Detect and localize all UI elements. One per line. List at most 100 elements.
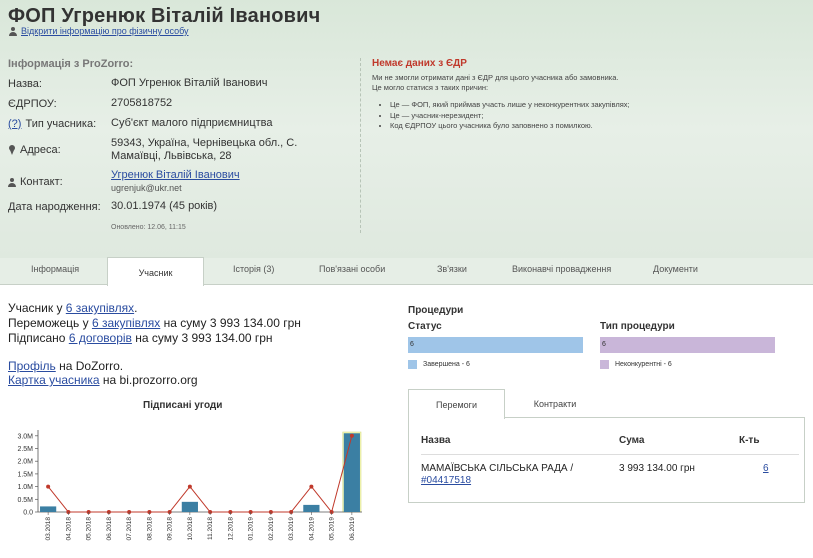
table-row-name: МАМАЇВСЬКА СІЛЬСЬКА РАДА / #04417518 <box>421 463 573 487</box>
col-header-count: К-ть <box>739 435 760 446</box>
legend-swatch <box>600 360 609 369</box>
edrpou-value: 2705818752 <box>111 97 173 109</box>
type-label: Тип учасника: <box>25 117 97 130</box>
updated-timestamp: Оновлено: 12.06, 11:15 <box>111 224 186 231</box>
card-line: Картка учасника на bi.prozorro.org <box>8 373 198 387</box>
tab-wins[interactable]: Перемоги <box>408 389 505 419</box>
contact-value: Угренюк Віталій Іванович ugrenjuk@ukr.ne… <box>111 169 356 195</box>
header: ФОП Угренюк Віталій Іванович Відкрити ін… <box>0 0 813 258</box>
type-help-link[interactable]: (?) <box>8 118 21 130</box>
name-label: Назва: <box>8 77 42 90</box>
type-row: (?) Тип учасника: Суб'єкт малого підприє… <box>8 117 356 130</box>
buyer-name: МАМАЇВСЬКА СІЛЬСЬКА РАДА / <box>421 463 574 474</box>
edr-text-line: Ми не змогли отримати дані з ЄДР для цьо… <box>372 73 619 82</box>
chart-bar <box>181 501 198 512</box>
x-tick-label: 09.2018 <box>167 517 174 541</box>
map-pin-icon <box>8 145 16 155</box>
procedures-title: Процедури <box>408 305 464 316</box>
x-tick-label: 10.2018 <box>187 517 194 541</box>
tab-enforcement[interactable]: Виконавчі провадження <box>512 264 611 274</box>
status-bar[interactable]: 6 <box>408 337 583 353</box>
edrpou-label: ЄДРПОУ: <box>8 97 57 110</box>
wins-link[interactable]: 6 закупівлях <box>92 316 160 330</box>
address-label-group: Адреса: <box>8 137 111 163</box>
wins-panel: Назва Сума К-ть МАМАЇВСЬКА СІЛЬСЬКА РАДА… <box>408 418 805 503</box>
row-sum: 3 993 134.00 грн <box>619 463 695 474</box>
contact-email: ugrenjuk@ukr.net <box>111 183 182 193</box>
type-legend: Неконкурентні - 6 <box>600 360 672 369</box>
y-tick-label: 0.0 <box>23 510 33 517</box>
tab-bar: Інформація Учасник Історія (3) Пов'язані… <box>0 257 813 286</box>
tab-info[interactable]: Інформація <box>31 264 79 274</box>
tab-history[interactable]: Історія (3) <box>233 264 274 274</box>
chart-bar <box>40 506 57 512</box>
signed-contracts-chart: 0.0 0.5M 1.0M 1.5M 2.0M 2.5M 3.0M 03.2018 04.201… <box>17 430 362 541</box>
list-item: Це — ФОП, який приймав участь лише у нек… <box>390 100 630 111</box>
y-tick-label: 3.0M <box>17 433 33 440</box>
dozorro-profile-link[interactable]: Профіль <box>8 359 56 373</box>
person-info-link-row: Відкрити інформацію про фізичну особу <box>9 26 189 36</box>
tab-documents[interactable]: Документи <box>653 264 698 274</box>
tab-connections[interactable]: Зв'язки <box>437 264 467 274</box>
person-info-link[interactable]: Відкрити інформацію про фізичну особу <box>21 26 189 36</box>
x-tick-label: 08.2018 <box>146 517 153 541</box>
tab-participant[interactable]: Учасник <box>107 257 204 286</box>
contact-name-link[interactable]: Угренюк Віталій Іванович <box>111 169 240 181</box>
summary-participation: Учасник у 6 закупівлях. <box>8 301 137 315</box>
tab-contracts[interactable]: Контракти <box>505 389 605 418</box>
count-link[interactable]: 6 <box>763 463 769 474</box>
y-tick-label: 1.5M <box>17 471 33 478</box>
wins-tabs: Перемоги Контракти <box>408 389 805 419</box>
x-tick-label: 05.2019 <box>329 517 336 541</box>
procurements-link[interactable]: 6 закупівлях <box>66 301 134 315</box>
buyer-code-link[interactable]: #04417518 <box>421 475 471 486</box>
status-legend: Завершена - 6 <box>408 360 470 369</box>
x-tick-label: 06.2018 <box>106 517 113 541</box>
summary-text: на DoZorro. <box>55 359 124 373</box>
edr-title: Немає даних з ЄДР <box>372 58 467 69</box>
summary-text: Підписано <box>8 331 69 345</box>
col-header-name: Назва <box>421 435 451 446</box>
birth-value: 30.01.1974 (45 років) <box>111 200 218 212</box>
summary-text: на суму 3 993 134.00 грн <box>131 331 273 345</box>
legend-label: Неконкурентні - 6 <box>615 361 672 368</box>
list-item: Код ЄДРПОУ цього учасника було заповнено… <box>390 121 630 132</box>
type-bar[interactable]: 6 <box>600 337 775 353</box>
x-tick-label: 02.2019 <box>268 517 275 541</box>
summary-text: Переможець у <box>8 316 92 330</box>
chart-point <box>187 484 192 489</box>
divider <box>421 454 799 455</box>
x-tick-label: 05.2018 <box>86 517 93 541</box>
address-row: Адреса: 59343, Україна, Чернівецька обл.… <box>8 137 316 163</box>
birth-row: Дата народження: 30.01.1974 (45 років) <box>8 200 356 213</box>
x-tick-label: 04.2019 <box>308 517 315 541</box>
summary-contracts: Підписано 6 договорів на суму 3 993 134.… <box>8 331 273 345</box>
birth-label: Дата народження: <box>8 200 101 213</box>
x-tick-label: 01.2019 <box>248 517 255 541</box>
contact-row: Контакт: Угренюк Віталій Іванович ugrenj… <box>8 169 356 195</box>
x-tick-label: 03.2019 <box>288 517 295 541</box>
x-tick-label: 04.2018 <box>65 517 72 541</box>
tab-related-persons[interactable]: Пов'язані особи <box>319 264 385 274</box>
col-header-sum: Сума <box>619 435 645 446</box>
participant-card-link[interactable]: Картка учасника <box>8 373 100 387</box>
y-tick-label: 0.5M <box>17 497 33 504</box>
profile-line: Профіль на DoZorro. <box>8 359 123 373</box>
contracts-link[interactable]: 6 договорів <box>69 331 132 345</box>
contact-label-group: Контакт: <box>8 169 111 195</box>
y-tick-label: 2.5M <box>17 446 33 453</box>
y-tick-label: 2.0M <box>17 459 33 466</box>
edr-reasons-list: Це — ФОП, який приймав участь лише у нек… <box>390 100 630 132</box>
status-label: Статус <box>408 321 442 332</box>
row-count: 6 <box>763 463 769 474</box>
chart-bar <box>343 433 360 512</box>
x-tick-label: 06.2019 <box>349 517 356 541</box>
legend-label: Завершена - 6 <box>423 361 470 368</box>
section-title: Інформація з ProZorro: <box>8 58 134 70</box>
summary-text: на суму 3 993 134.00 грн <box>160 316 301 330</box>
divider <box>360 58 361 233</box>
chart-title: Підписані угоди <box>143 400 223 411</box>
edrpou-row: ЄДРПОУ: 2705818752 <box>8 97 356 110</box>
list-item: Це — учасник-нерезидент; <box>390 111 630 122</box>
y-tick-label: 1.0M <box>17 484 33 491</box>
